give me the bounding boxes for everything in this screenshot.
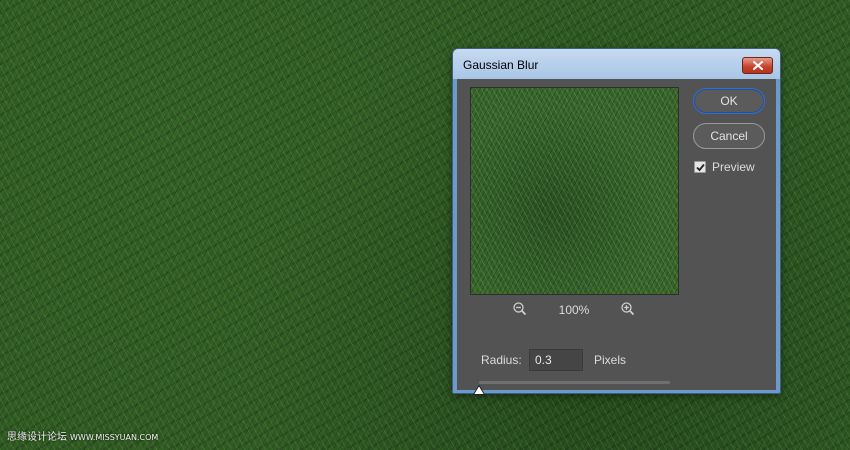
zoom-level: 100%	[558, 303, 590, 317]
preview-checkbox[interactable]	[694, 161, 706, 173]
dialog-title: Gaussian Blur	[463, 58, 539, 72]
gaussian-blur-dialog: Gaussian Blur 100% Radius: 0.3 Pixels OK…	[452, 48, 781, 395]
radius-slider-track[interactable]	[479, 381, 670, 384]
preview-label: Preview	[712, 160, 755, 174]
zoom-in-button[interactable]	[620, 301, 636, 317]
ok-button[interactable]: OK	[693, 88, 765, 114]
zoom-out-icon	[513, 302, 527, 316]
radius-unit-label: Pixels	[594, 353, 627, 367]
close-icon	[753, 61, 763, 70]
watermark: 思缘设计论坛 WWW.MISSYUAN.COM	[7, 428, 158, 443]
dialog-titlebar[interactable]: Gaussian Blur	[453, 49, 780, 79]
checkmark-icon	[696, 163, 705, 172]
cancel-button[interactable]: Cancel	[693, 123, 765, 149]
slider-thumb-icon	[473, 385, 485, 395]
watermark-url: WWW.MISSYUAN.COM	[70, 433, 159, 442]
zoom-in-icon	[621, 302, 635, 316]
dialog-content: 100% Radius: Pixels OK Cancel Preview	[457, 79, 776, 395]
zoom-out-button[interactable]	[512, 301, 528, 317]
watermark-chinese-text: 思缘设计论坛	[7, 432, 67, 443]
radius-input[interactable]	[529, 349, 583, 371]
preview-image[interactable]	[470, 87, 679, 295]
close-button[interactable]	[742, 57, 773, 74]
radius-label: Radius:	[481, 353, 522, 367]
